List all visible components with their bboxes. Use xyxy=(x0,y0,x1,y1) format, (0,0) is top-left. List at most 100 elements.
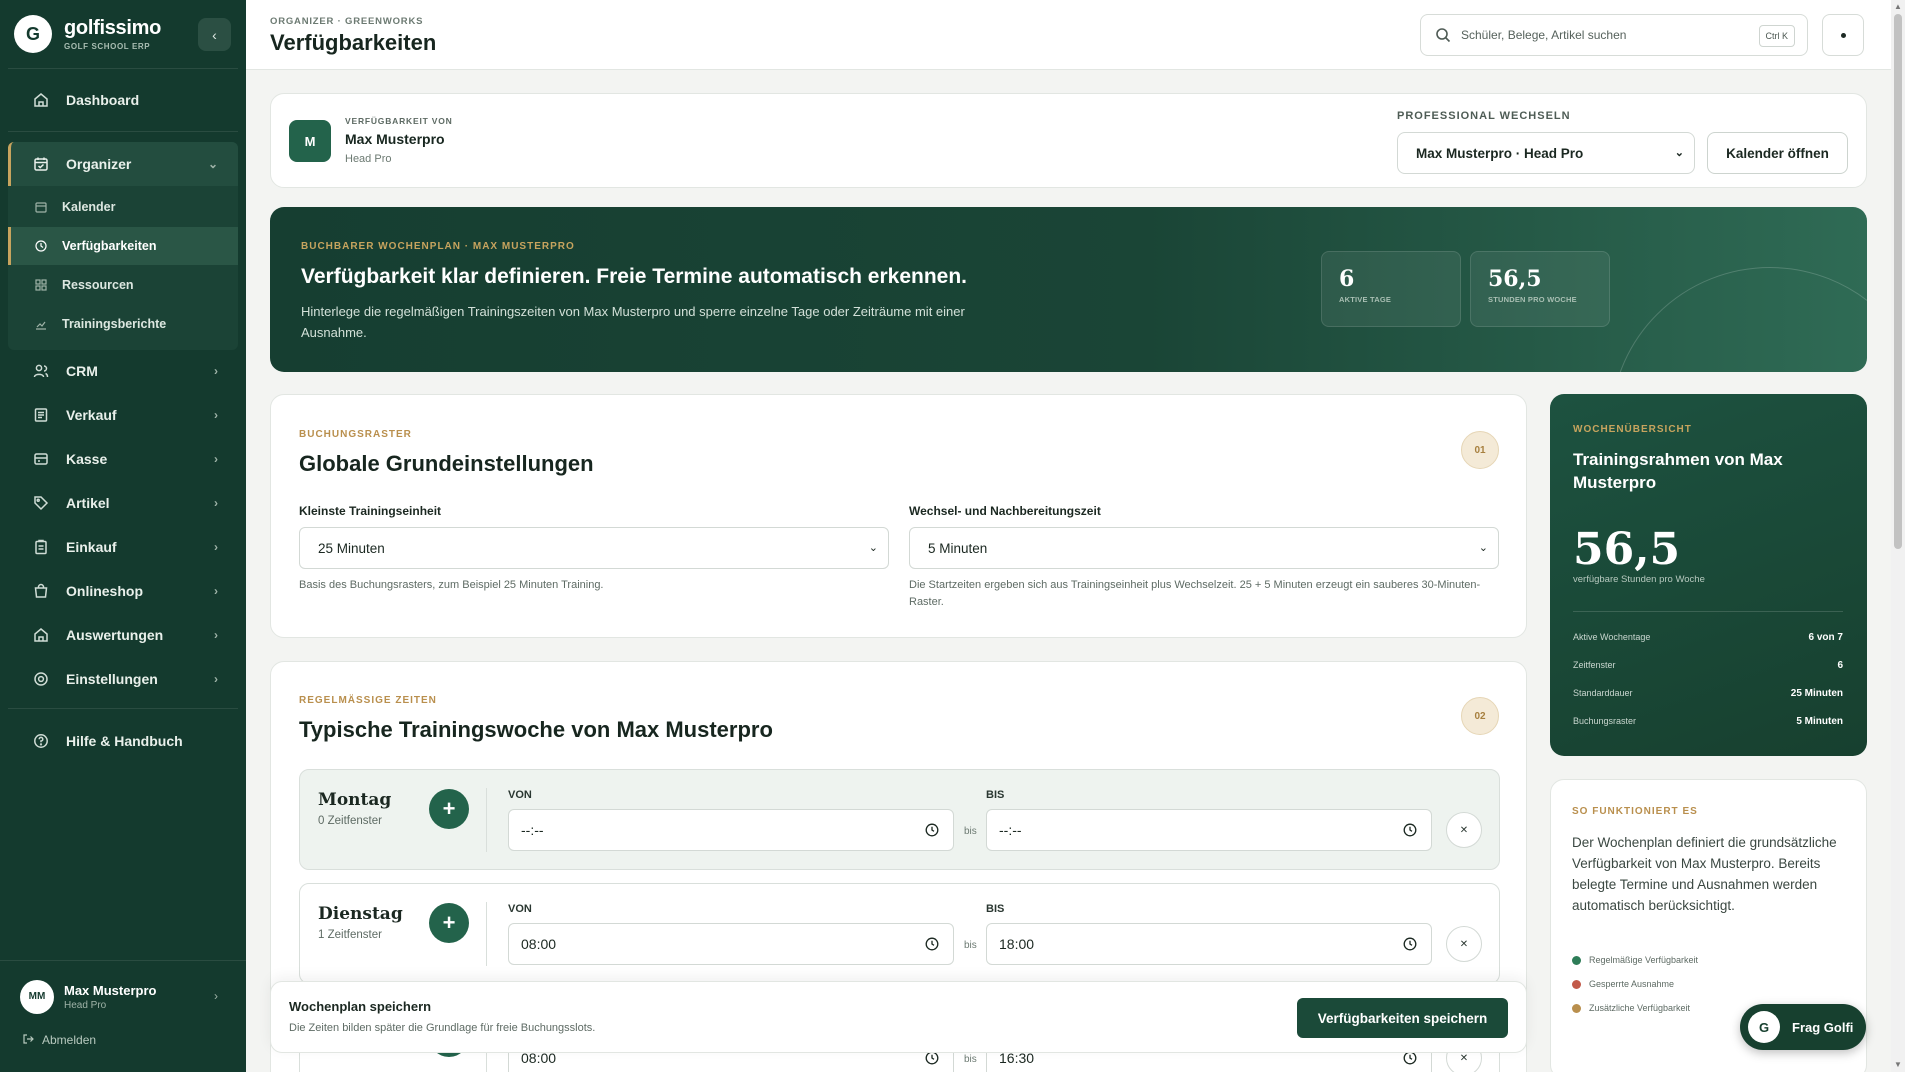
scroll-down-icon[interactable]: ▼ xyxy=(1894,1060,1902,1069)
chevron-right-icon: › xyxy=(214,672,218,686)
sidebar-item-verkauf[interactable]: Verkauf › xyxy=(0,393,246,437)
professional-kicker: VERFÜGBARKEIT VON xyxy=(345,116,453,126)
receipt-icon xyxy=(32,406,50,424)
remove-slot-button[interactable]: ✕ xyxy=(1446,812,1482,848)
search-icon xyxy=(1435,27,1451,43)
professional-select-value: Max Musterpro · Head Pro xyxy=(1416,145,1584,161)
chevron-right-icon: › xyxy=(214,584,218,598)
professional-select[interactable]: Max Musterpro · Head Pro ⌄ xyxy=(1397,132,1695,174)
chevron-down-icon: ⌄ xyxy=(1674,147,1684,159)
training-unit-select[interactable]: 25 Minuten ⌄ xyxy=(299,527,889,569)
sidebar-item-label: CRM xyxy=(66,363,98,379)
sidebar-item-label: Hilfe & Handbuch xyxy=(66,733,183,749)
sidebar-item-auswertungen[interactable]: Auswertungen › xyxy=(0,613,246,657)
search-input[interactable] xyxy=(1461,28,1741,42)
plus-icon: + xyxy=(442,910,456,935)
overview-row-label: Aktive Wochentage xyxy=(1573,632,1651,642)
sidebar-item-dashboard[interactable]: Dashboard xyxy=(0,78,246,122)
add-slot-button[interactable]: + xyxy=(429,903,469,943)
page-scrollbar[interactable]: ▲ ▼ xyxy=(1891,0,1905,1072)
sidebar-collapse-button[interactable]: ‹ xyxy=(198,18,231,51)
add-slot-button[interactable]: + xyxy=(429,789,469,829)
time-value: 08:00 xyxy=(521,936,557,952)
from-time-input[interactable]: --:-- xyxy=(508,809,954,851)
sidebar-item-label: Dashboard xyxy=(66,92,140,108)
brand-subtitle: GOLF SCHOOL ERP xyxy=(64,42,151,51)
chevron-down-icon: ⌄ xyxy=(207,157,218,171)
help-circle-icon xyxy=(32,732,50,750)
close-icon: ✕ xyxy=(1459,938,1469,950)
sidebar-item-crm[interactable]: CRM › xyxy=(0,349,246,393)
to-time-input[interactable]: --:-- xyxy=(986,809,1432,851)
clock-icon xyxy=(925,1051,939,1065)
sidebar-item-onlineshop[interactable]: Onlineshop › xyxy=(0,569,246,613)
clock-icon xyxy=(34,239,48,253)
chevron-right-icon: › xyxy=(214,540,218,554)
day-name: Montag xyxy=(318,790,392,810)
to-time-input[interactable]: 18:00 xyxy=(986,923,1432,965)
sidebar-subitem-label: Verfügbarkeiten xyxy=(62,239,157,253)
legend-item: Zusätzliche Verfügbarkeit xyxy=(1572,1003,1690,1013)
week-overview-card: WOCHENÜBERSICHT Trainingsrahmen von Max … xyxy=(1550,394,1867,756)
remove-slot-button[interactable]: ✕ xyxy=(1446,926,1482,962)
legend-label: Zusätzliche Verfügbarkeit xyxy=(1589,1003,1691,1013)
save-availability-button[interactable]: Verfügbarkeiten speichern xyxy=(1297,998,1508,1038)
sidebar-item-label: Kasse xyxy=(66,451,108,467)
field-label: Wechsel- und Nachbereitungszeit xyxy=(909,504,1101,518)
sidebar-item-einkauf[interactable]: Einkauf › xyxy=(0,525,246,569)
stat-label: STUNDEN PRO WOCHE xyxy=(1488,295,1577,304)
day-slot-count: 1 Zeitfenster xyxy=(318,929,382,941)
hero-banner: BUCHBARER WOCHENPLAN · MAX MUSTERPRO Ver… xyxy=(270,207,1867,372)
user-profile[interactable]: MM Max Musterpro Head Pro › xyxy=(0,960,246,1032)
overview-row-label: Buchungsraster xyxy=(1573,716,1637,726)
scroll-up-icon[interactable]: ▲ xyxy=(1894,2,1902,11)
cash-register-icon xyxy=(32,450,50,468)
sidebar-subitem-label: Kalender xyxy=(62,200,116,214)
overview-row-label: Standarddauer xyxy=(1573,688,1633,698)
legend-dot xyxy=(1572,955,1581,965)
to-label: BIS xyxy=(986,789,1005,801)
from-time-input[interactable]: 08:00 xyxy=(508,923,954,965)
chevron-left-icon: ‹ xyxy=(212,26,217,43)
status-menu-button[interactable] xyxy=(1822,14,1864,56)
sidebar-subitem-verfuegbarkeiten[interactable]: Verfügbarkeiten xyxy=(8,227,238,265)
change-time-select[interactable]: 5 Minuten ⌄ xyxy=(909,527,1499,569)
field-label: Kleinste Trainingseinheit xyxy=(299,504,442,518)
chevron-right-icon: › xyxy=(214,628,218,642)
sidebar: G golfissimo GOLF SCHOOL ERP ‹ Dashboard… xyxy=(0,0,246,1072)
logout-link[interactable]: Abmelden xyxy=(22,1032,96,1048)
tag-icon xyxy=(32,494,50,512)
sidebar-item-artikel[interactable]: Artikel › xyxy=(0,481,246,525)
sidebar-item-organizer[interactable]: Organizer ⌄ xyxy=(0,142,246,186)
range-separator: bis xyxy=(964,826,977,837)
overview-row-value: 6 xyxy=(1837,660,1843,671)
search-box[interactable]: Ctrl K xyxy=(1420,14,1808,56)
page-title: Verfügbarkeiten xyxy=(270,30,437,55)
overview-row: Standarddauer 25 Minuten xyxy=(1573,688,1843,699)
decorative-arc xyxy=(1610,267,1867,372)
close-icon: ✕ xyxy=(1459,1052,1469,1064)
overview-row: Aktive Wochentage 6 von 7 xyxy=(1573,632,1843,643)
from-label: VON xyxy=(508,789,532,801)
from-label: VON xyxy=(508,903,532,915)
sidebar-item-help[interactable]: Hilfe & Handbuch xyxy=(0,719,246,763)
to-label: BIS xyxy=(986,903,1005,915)
scrollbar-thumb[interactable] xyxy=(1894,14,1902,549)
assistant-label: Frag Golfi xyxy=(1792,1019,1854,1035)
legend-item: Regelmäßige Verfügbarkeit xyxy=(1572,955,1698,965)
chevron-right-icon: › xyxy=(214,364,218,378)
ask-golfi-button[interactable]: G Frag Golfi xyxy=(1740,1004,1866,1050)
chevron-down-icon: ⌄ xyxy=(1478,542,1488,554)
divider xyxy=(8,708,238,709)
howto-text: Der Wochenplan definiert die grundsätzli… xyxy=(1572,835,1837,913)
sidebar-item-einstellungen[interactable]: Einstellungen › xyxy=(0,657,246,701)
open-calendar-button[interactable]: Kalender öffnen xyxy=(1707,132,1848,174)
sidebar-subitem-ressourcen[interactable]: Ressourcen xyxy=(8,266,238,304)
professional-name: Max Musterpro xyxy=(345,131,445,147)
sidebar-subitem-trainingsberichte[interactable]: Trainingsberichte xyxy=(8,305,238,343)
clock-icon xyxy=(1403,823,1417,837)
sidebar-item-kasse[interactable]: Kasse › xyxy=(0,437,246,481)
sidebar-subitem-kalender[interactable]: Kalender xyxy=(8,188,238,226)
save-bar-subtitle: Die Zeiten bilden später die Grundlage f… xyxy=(289,1022,596,1034)
day-slot-count: 0 Zeitfenster xyxy=(318,815,382,827)
